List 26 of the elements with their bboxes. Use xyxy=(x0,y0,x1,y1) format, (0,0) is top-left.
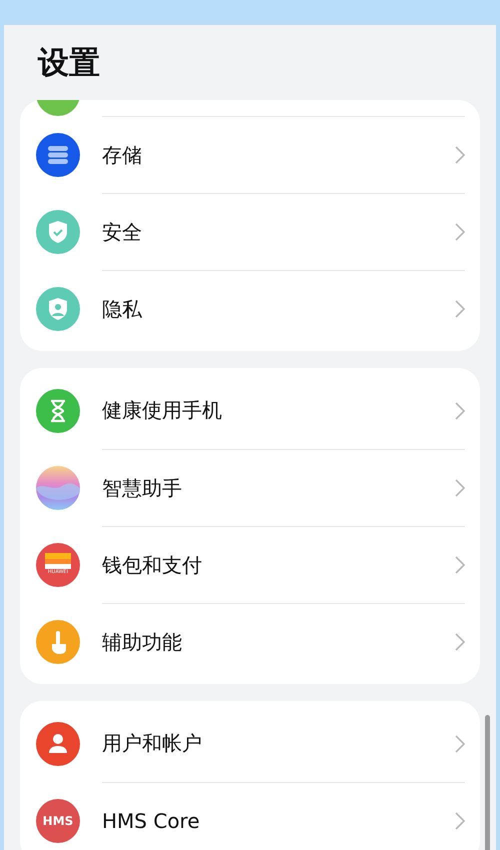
hourglass-icon xyxy=(36,388,80,432)
chevron-icon xyxy=(455,300,465,318)
settings-item[interactable]: 辅助功能 xyxy=(20,603,480,680)
chevron-icon xyxy=(455,556,465,574)
settings-item[interactable]: HMS HMS Core xyxy=(20,782,480,850)
chevron-icon xyxy=(455,223,465,241)
settings-item[interactable]: 智慧助手 xyxy=(20,449,480,526)
shield-check-icon xyxy=(36,210,80,254)
hand-tap-icon xyxy=(36,620,80,664)
chevron-icon xyxy=(455,479,465,497)
assistant-icon xyxy=(36,466,80,510)
settings-item[interactable]: 安全 xyxy=(20,193,480,270)
chevron-icon xyxy=(455,734,465,752)
settings-item[interactable]: 健康使用手机 xyxy=(20,372,480,449)
settings-item[interactable]: 用户和帐户 xyxy=(20,705,480,782)
chevron-icon xyxy=(455,146,465,164)
shield-person-icon xyxy=(36,286,80,330)
chevron-icon xyxy=(455,812,465,830)
chevron-icon xyxy=(455,633,465,651)
user-icon xyxy=(36,722,80,766)
hms-icon: HMS xyxy=(36,798,80,842)
settings-item[interactable]: 隐私 xyxy=(20,270,480,347)
chevron-icon xyxy=(455,402,465,420)
storage-icon xyxy=(36,132,80,176)
settings-item[interactable]: 存储 xyxy=(20,116,480,193)
page-title: 设置 xyxy=(36,44,101,82)
